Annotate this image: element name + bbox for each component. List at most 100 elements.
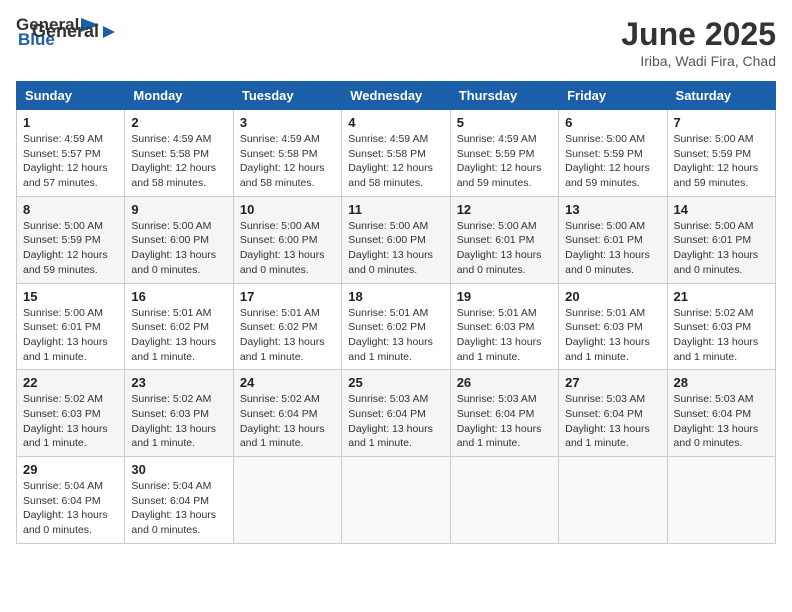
calendar-cell: 9 Sunrise: 5:00 AMSunset: 6:00 PMDaylight… — [125, 196, 233, 283]
day-number: 24 — [240, 375, 335, 390]
calendar-cell: 14Sunrise: 5:00 AMSunset: 6:01 PMDayligh… — [667, 196, 775, 283]
day-number: 3 — [240, 115, 335, 130]
calendar-cell: 30 Sunrise: 5:04 AMSunset: 6:04 PMDayligh… — [125, 457, 233, 544]
header-monday: Monday — [125, 82, 233, 110]
calendar-cell: 4 Sunrise: 4:59 AMSunset: 5:58 PMDaylight… — [342, 110, 450, 197]
day-number: 30 — [131, 462, 226, 477]
day-number: 16 — [131, 289, 226, 304]
week-row-4: 22 Sunrise: 5:02 AMSunset: 6:03 PMDayligh… — [17, 370, 776, 457]
day-number: 18 — [348, 289, 443, 304]
day-number: 19 — [457, 289, 552, 304]
day-number: 9 — [131, 202, 226, 217]
week-row-3: 15 Sunrise: 5:00 AMSunset: 6:01 PMDayligh… — [17, 283, 776, 370]
calendar-cell: 28 Sunrise: 5:03 AMSunset: 6:04 PMDayligh… — [667, 370, 775, 457]
title-area: June 2025 Iriba, Wadi Fira, Chad — [621, 16, 776, 69]
day-number: 20 — [565, 289, 660, 304]
day-number: 27 — [565, 375, 660, 390]
day-number: 2 — [131, 115, 226, 130]
calendar-cell: 20 Sunrise: 5:01 AMSunset: 6:03 PMDayligh… — [559, 283, 667, 370]
calendar-cell: 12 Sunrise: 5:00 AMSunset: 6:01 PMDayligh… — [450, 196, 558, 283]
calendar-cell: 13Sunrise: 5:00 AMSunset: 6:01 PMDayligh… — [559, 196, 667, 283]
day-info: Sunrise: 4:59 AMSunset: 5:59 PMDaylight:… — [457, 132, 552, 191]
calendar-cell: 11 Sunrise: 5:00 AMSunset: 6:00 PMDayligh… — [342, 196, 450, 283]
calendar-cell: 16 Sunrise: 5:01 AMSunset: 6:02 PMDayligh… — [125, 283, 233, 370]
day-info: Sunrise: 5:02 AMSunset: 6:04 PMDaylight:… — [240, 392, 335, 451]
header-sunday: Sunday — [17, 82, 125, 110]
day-info: Sunrise: 5:01 AMSunset: 6:03 PMDaylight:… — [457, 306, 552, 365]
day-info: Sunrise: 5:03 AMSunset: 6:04 PMDaylight:… — [457, 392, 552, 451]
calendar-cell: 25 Sunrise: 5:03 AMSunset: 6:04 PMDayligh… — [342, 370, 450, 457]
calendar-cell: 26Sunrise: 5:03 AMSunset: 6:04 PMDayligh… — [450, 370, 558, 457]
calendar-cell: 8 Sunrise: 5:00 AMSunset: 5:59 PMDaylight… — [17, 196, 125, 283]
calendar-cell — [233, 457, 341, 544]
day-info: Sunrise: 5:03 AMSunset: 6:04 PMDaylight:… — [674, 392, 769, 451]
calendar-cell: 24 Sunrise: 5:02 AMSunset: 6:04 PMDayligh… — [233, 370, 341, 457]
calendar-cell: 29 Sunrise: 5:04 AMSunset: 6:04 PMDayligh… — [17, 457, 125, 544]
calendar-cell: 22 Sunrise: 5:02 AMSunset: 6:03 PMDayligh… — [17, 370, 125, 457]
location-title: Iriba, Wadi Fira, Chad — [621, 53, 776, 69]
day-number: 6 — [565, 115, 660, 130]
day-info: Sunrise: 5:02 AMSunset: 6:03 PMDaylight:… — [674, 306, 769, 365]
calendar-cell — [342, 457, 450, 544]
calendar-cell: 1 Sunrise: 4:59 AMSunset: 5:57 PMDaylight… — [17, 110, 125, 197]
calendar-cell: 5 Sunrise: 4:59 AMSunset: 5:59 PMDaylight… — [450, 110, 558, 197]
calendar-cell — [559, 457, 667, 544]
day-info: Sunrise: 5:01 AMSunset: 6:03 PMDaylight:… — [565, 306, 660, 365]
day-number: 4 — [348, 115, 443, 130]
calendar-cell: 6Sunrise: 5:00 AMSunset: 5:59 PMDaylight… — [559, 110, 667, 197]
day-info: Sunrise: 4:59 AMSunset: 5:58 PMDaylight:… — [131, 132, 226, 191]
calendar-cell — [667, 457, 775, 544]
day-number: 29 — [23, 462, 118, 477]
week-row-2: 8 Sunrise: 5:00 AMSunset: 5:59 PMDaylight… — [17, 196, 776, 283]
week-row-1: 1 Sunrise: 4:59 AMSunset: 5:57 PMDaylight… — [17, 110, 776, 197]
month-title: June 2025 — [621, 16, 776, 53]
day-info: Sunrise: 5:03 AMSunset: 6:04 PMDaylight:… — [565, 392, 660, 451]
calendar-cell: 27 Sunrise: 5:03 AMSunset: 6:04 PMDayligh… — [559, 370, 667, 457]
day-info: Sunrise: 5:04 AMSunset: 6:04 PMDaylight:… — [131, 479, 226, 538]
day-info: Sunrise: 5:00 AMSunset: 5:59 PMDaylight:… — [674, 132, 769, 191]
day-info: Sunrise: 5:00 AMSunset: 6:00 PMDaylight:… — [348, 219, 443, 278]
day-info: Sunrise: 5:00 AMSunset: 6:00 PMDaylight:… — [240, 219, 335, 278]
logo-text-block: General — [32, 21, 119, 42]
day-number: 11 — [348, 202, 443, 217]
calendar-cell: 17Sunrise: 5:01 AMSunset: 6:02 PMDayligh… — [233, 283, 341, 370]
calendar-cell: 23Sunrise: 5:02 AMSunset: 6:03 PMDayligh… — [125, 370, 233, 457]
day-info: Sunrise: 5:03 AMSunset: 6:04 PMDaylight:… — [348, 392, 443, 451]
day-info: Sunrise: 5:04 AMSunset: 6:04 PMDaylight:… — [23, 479, 118, 538]
day-number: 1 — [23, 115, 118, 130]
header-friday: Friday — [559, 82, 667, 110]
header-wednesday: Wednesday — [342, 82, 450, 110]
calendar-cell: 15 Sunrise: 5:00 AMSunset: 6:01 PMDayligh… — [17, 283, 125, 370]
calendar-cell: 2 Sunrise: 4:59 AMSunset: 5:58 PMDaylight… — [125, 110, 233, 197]
header: General Blue June 2025 Iriba, Wadi Fira,… — [16, 16, 776, 69]
day-number: 8 — [23, 202, 118, 217]
calendar-cell: 7 Sunrise: 5:00 AMSunset: 5:59 PMDaylight… — [667, 110, 775, 197]
day-info: Sunrise: 5:00 AMSunset: 6:01 PMDaylight:… — [23, 306, 118, 365]
day-number: 7 — [674, 115, 769, 130]
day-number: 5 — [457, 115, 552, 130]
day-number: 28 — [674, 375, 769, 390]
day-info: Sunrise: 5:02 AMSunset: 6:03 PMDaylight:… — [131, 392, 226, 451]
day-info: Sunrise: 5:00 AMSunset: 6:00 PMDaylight:… — [131, 219, 226, 278]
day-number: 21 — [674, 289, 769, 304]
day-number: 12 — [457, 202, 552, 217]
calendar-cell: 21 Sunrise: 5:02 AMSunset: 6:03 PMDayligh… — [667, 283, 775, 370]
day-info: Sunrise: 5:00 AMSunset: 5:59 PMDaylight:… — [23, 219, 118, 278]
day-info: Sunrise: 5:00 AMSunset: 6:01 PMDaylight:… — [457, 219, 552, 278]
calendar-cell — [450, 457, 558, 544]
day-info: Sunrise: 4:59 AMSunset: 5:57 PMDaylight:… — [23, 132, 118, 191]
header-tuesday: Tuesday — [233, 82, 341, 110]
day-info: Sunrise: 4:59 AMSunset: 5:58 PMDaylight:… — [240, 132, 335, 191]
day-info: Sunrise: 5:01 AMSunset: 6:02 PMDaylight:… — [131, 306, 226, 365]
day-info: Sunrise: 4:59 AMSunset: 5:58 PMDaylight:… — [348, 132, 443, 191]
day-number: 13 — [565, 202, 660, 217]
day-number: 15 — [23, 289, 118, 304]
day-info: Sunrise: 5:01 AMSunset: 6:02 PMDaylight:… — [240, 306, 335, 365]
day-number: 22 — [23, 375, 118, 390]
day-info: Sunrise: 5:02 AMSunset: 6:03 PMDaylight:… — [23, 392, 118, 451]
day-number: 25 — [348, 375, 443, 390]
header-thursday: Thursday — [450, 82, 558, 110]
calendar-header-row: SundayMondayTuesdayWednesdayThursdayFrid… — [17, 82, 776, 110]
calendar-cell: 3 Sunrise: 4:59 AMSunset: 5:58 PMDaylight… — [233, 110, 341, 197]
day-info: Sunrise: 5:00 AMSunset: 6:01 PMDaylight:… — [674, 219, 769, 278]
